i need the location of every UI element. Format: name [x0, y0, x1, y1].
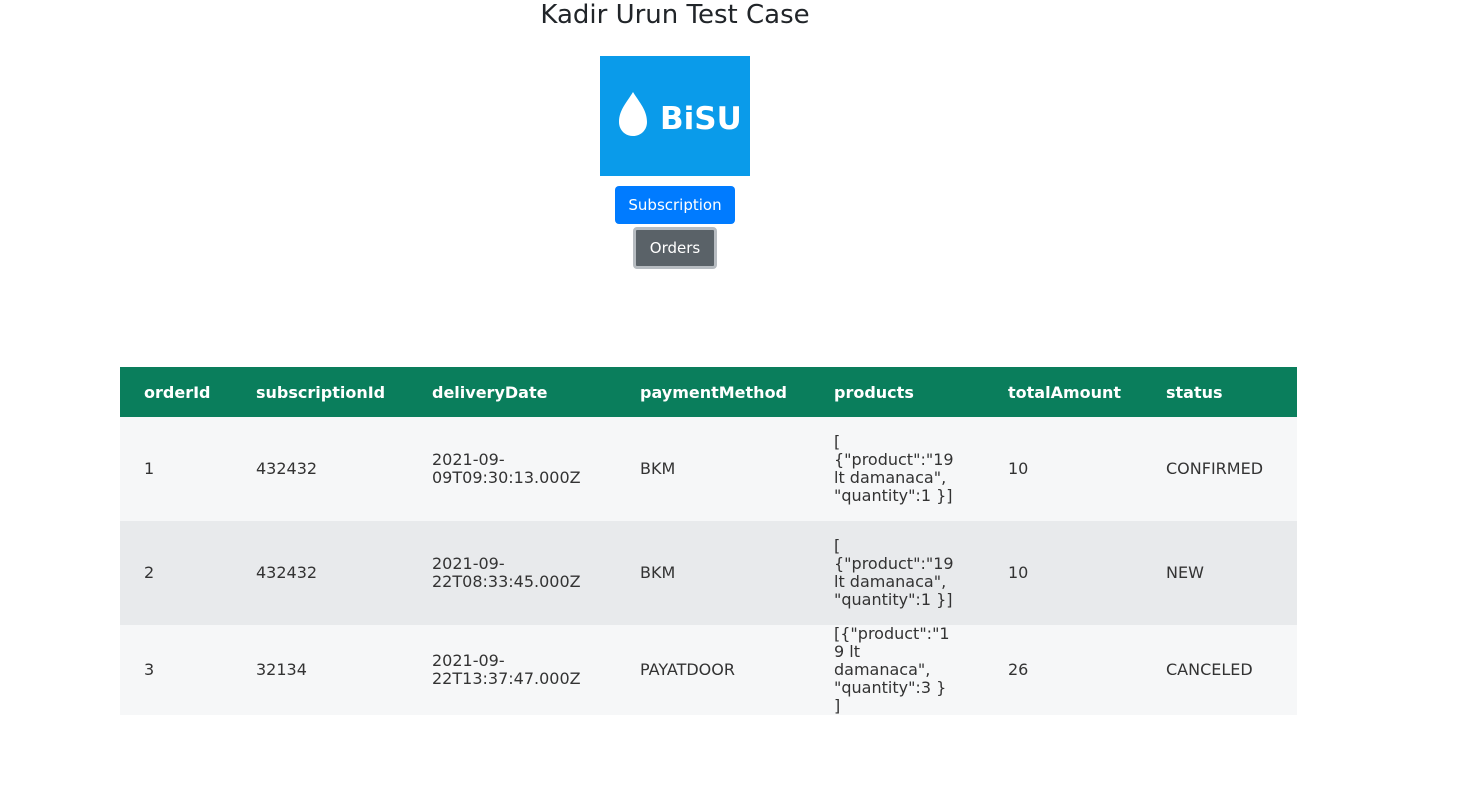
water-drop-icon: BiSU: [619, 92, 742, 137]
cell-status: NEW: [1166, 563, 1204, 582]
table-header-row: orderId subscriptionId deliveryDate paym…: [120, 367, 1297, 417]
table-row[interactable]: 1 432432 2021-09-09T09:30:13.000Z BKM [ …: [120, 417, 1297, 521]
column-header-status[interactable]: status: [1142, 367, 1297, 417]
cell-deliverydate: 2021-09-22T08:33:45.000Z: [408, 521, 616, 625]
cell-products: [ {"product":"19 lt damanaca", "quantity…: [834, 432, 954, 505]
cell-status: CANCELED: [1166, 660, 1253, 679]
cell-subscriptionid: 32134: [256, 660, 307, 679]
cell-paymentmethod: PAYATDOOR: [640, 660, 735, 679]
cell-paymentmethod: BKM: [640, 563, 676, 582]
cell-totalamount: 10: [1008, 459, 1029, 478]
column-header-subscriptionid[interactable]: subscriptionId: [232, 367, 408, 417]
cell-deliverydate: 2021-09-22T13:37:47.000Z: [408, 625, 616, 715]
delivery-date-text: 2021-09-09T09:30:13.000Z: [432, 450, 581, 487]
column-header-products[interactable]: products: [810, 367, 984, 417]
column-header-orderid[interactable]: orderId: [120, 367, 232, 417]
column-header-paymentmethod[interactable]: paymentMethod: [616, 367, 810, 417]
table-row[interactable]: 2 432432 2021-09-22T08:33:45.000Z BKM [ …: [120, 521, 1297, 625]
cell-status: CONFIRMED: [1166, 459, 1264, 478]
cell-totalamount: 10: [1008, 563, 1029, 582]
subscription-button[interactable]: Subscription: [615, 186, 735, 224]
orders-button[interactable]: Orders: [633, 227, 717, 269]
logo-text: BiSU: [660, 101, 742, 137]
page-title: Kadir Urun Test Case: [540, 0, 810, 30]
delivery-date-text: 2021-09-22T13:37:47.000Z: [432, 651, 581, 688]
bisu-logo: BiSU: [600, 56, 750, 176]
cell-subscriptionid: 432432: [256, 563, 318, 582]
delivery-date-text: 2021-09-22T08:33:45.000Z: [432, 554, 581, 591]
cell-orderid: 3: [144, 660, 155, 679]
cell-subscriptionid: 432432: [256, 459, 318, 478]
orders-table: orderId subscriptionId deliveryDate paym…: [120, 367, 1297, 715]
cell-orderid: 1: [144, 459, 155, 478]
cell-orderid: 2: [144, 563, 155, 582]
cell-products: [ {"product":"19 lt damanaca", "quantity…: [834, 536, 954, 609]
cell-products: [{"product":"19 lt damanaca", "quantity"…: [834, 624, 950, 715]
column-header-deliverydate[interactable]: deliveryDate: [408, 367, 616, 417]
table-row[interactable]: 3 32134 2021-09-22T13:37:47.000Z PAYATDO…: [120, 625, 1297, 715]
cell-deliverydate: 2021-09-09T09:30:13.000Z: [408, 417, 616, 521]
cell-paymentmethod: BKM: [640, 459, 676, 478]
cell-totalamount: 26: [1008, 660, 1029, 679]
column-header-totalamount[interactable]: totalAmount: [984, 367, 1142, 417]
